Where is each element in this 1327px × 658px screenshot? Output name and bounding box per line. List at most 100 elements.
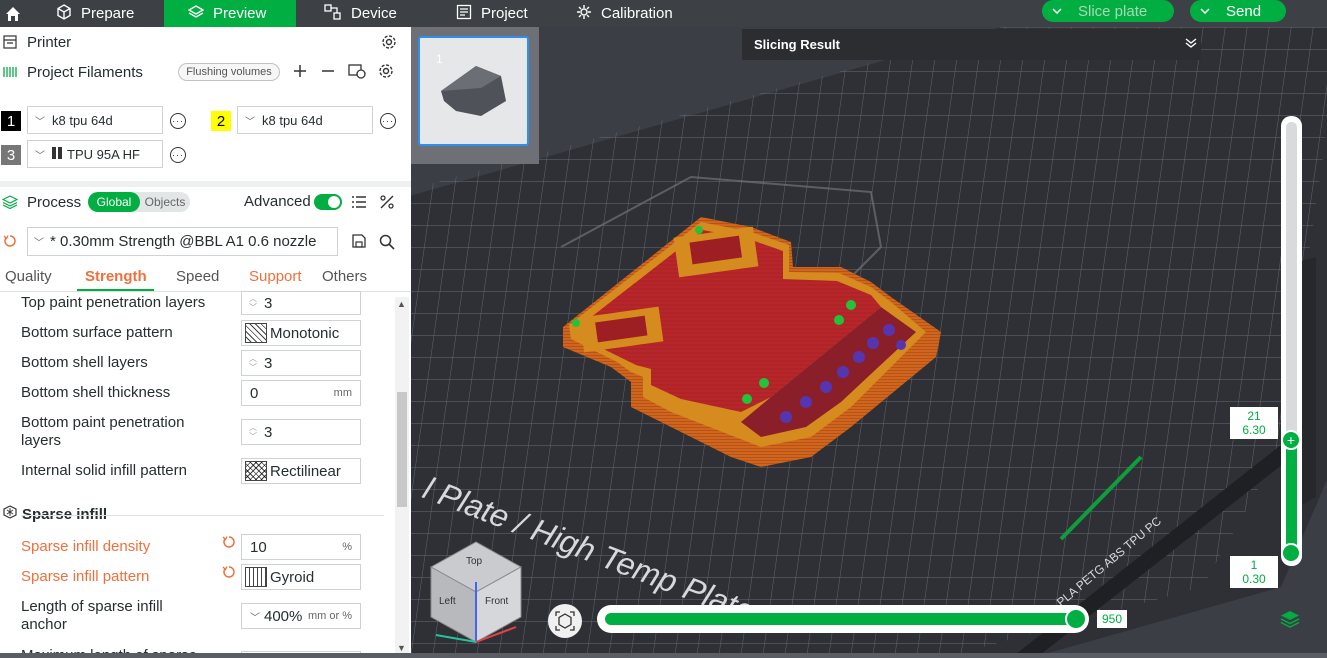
global-option[interactable]: Global: [88, 192, 140, 212]
stepper-icon[interactable]: ︿ ﹀: [242, 354, 264, 372]
filament-number-badge[interactable]: 2: [211, 111, 231, 131]
slicing-result-panel[interactable]: Slicing Result: [742, 29, 1201, 60]
param-value: Gyroid: [270, 568, 315, 586]
process-scope-toggle[interactable]: Global Objects: [88, 192, 190, 212]
tab-calibration[interactable]: Calibration: [576, 0, 696, 27]
gear-icon[interactable]: [381, 34, 397, 50]
slice-plate-button[interactable]: Slice plate: [1042, 0, 1174, 22]
layer-slider-range: [1286, 438, 1297, 556]
filament-number-badge[interactable]: 3: [1, 145, 21, 165]
monotonic-pattern-icon: [245, 323, 267, 343]
save-icon[interactable]: [352, 234, 366, 248]
compare-icon[interactable]: [379, 194, 395, 210]
reset-icon[interactable]: [222, 565, 236, 584]
reset-icon[interactable]: [222, 535, 236, 554]
printer-header: Printer: [0, 31, 411, 53]
bottom-shell-layers-input[interactable]: ︿ ﹀ 3: [241, 350, 361, 376]
view-cube[interactable]: Top Left Front: [421, 532, 531, 647]
bottom-surface-pattern-select[interactable]: Monotonic: [241, 320, 361, 346]
add-icon[interactable]: [293, 64, 307, 78]
home-icon[interactable]: [0, 0, 26, 27]
sparse-infill-anchor-input[interactable]: ﹀ 400% mm or %: [241, 603, 361, 629]
device-icon: [324, 4, 342, 23]
layer-slider[interactable]: [1281, 116, 1302, 566]
more-options-icon[interactable]: ···: [170, 113, 186, 129]
scroll-up-icon[interactable]: ▲: [397, 299, 406, 309]
remove-icon[interactable]: [321, 64, 335, 78]
tab-prepare[interactable]: Prepare: [56, 0, 164, 27]
collapse-icon[interactable]: [1185, 37, 1197, 52]
tab-support[interactable]: Support: [249, 268, 302, 285]
cube-top-label[interactable]: Top: [466, 556, 483, 567]
chevron-down-icon[interactable]: [1198, 4, 1212, 18]
gyroid-pattern-icon: [245, 567, 267, 587]
layer-slider-bottom-handle[interactable]: [1281, 543, 1301, 563]
move-slider-handle[interactable]: [1065, 608, 1087, 630]
tab-preview[interactable]: Preview: [164, 0, 296, 27]
scrollbar-thumb[interactable]: [397, 392, 407, 507]
infill-icon: [3, 505, 17, 523]
search-icon[interactable]: [379, 234, 395, 250]
internal-solid-infill-pattern-select[interactable]: Rectilinear: [241, 458, 361, 484]
chevron-down-icon[interactable]: ﹀: [250, 609, 260, 624]
filament-type-icon: [52, 146, 62, 162]
plate-thumbnail[interactable]: 1: [418, 36, 529, 146]
cube-left-label[interactable]: Left: [439, 596, 456, 607]
tab-quality[interactable]: Quality: [5, 268, 52, 285]
cube-front-label[interactable]: Front: [485, 596, 509, 607]
top-paint-penetration-input[interactable]: ︿ ﹀ 3: [241, 291, 361, 315]
stepper-icon[interactable]: ︿ ﹀: [242, 294, 264, 312]
filament-select[interactable]: ﹀ k8 tpu 64d: [237, 106, 373, 134]
sparse-infill-pattern-select[interactable]: Gyroid: [241, 564, 361, 590]
chevron-down-icon[interactable]: [1050, 4, 1064, 18]
param-unit: mm: [333, 387, 352, 399]
bottom-paint-penetration-input[interactable]: ︿ ﹀ 3: [241, 419, 361, 445]
flushing-volumes-button[interactable]: Flushing volumes: [178, 63, 280, 81]
tab-project[interactable]: Project: [456, 0, 556, 27]
sparse-infill-density-input[interactable]: 10 %: [241, 534, 361, 560]
tab-speed[interactable]: Speed: [176, 268, 219, 285]
filament-select[interactable]: ﹀ k8 tpu 64d: [27, 106, 163, 134]
advanced-toggle[interactable]: [314, 194, 342, 210]
printer-icon: [1, 35, 19, 49]
tab-others[interactable]: Others: [322, 268, 367, 285]
filament-icon: [1, 65, 19, 79]
filament-sync-icon[interactable]: [348, 63, 366, 79]
process-preset-select[interactable]: ﹀ * 0.30mm Strength @BBL A1 0.6 nozzle: [27, 227, 338, 256]
filament-select[interactable]: ﹀ TPU 95A HF: [27, 140, 163, 168]
param-label: anchor: [21, 616, 67, 633]
layer-slider-top-handle[interactable]: +: [1281, 430, 1301, 450]
bottom-shell-thickness-input[interactable]: 0 mm: [241, 380, 361, 406]
stepper-icon[interactable]: ︿ ﹀: [242, 423, 264, 441]
filament-number-badge[interactable]: 1: [1, 111, 21, 131]
param-value: 0: [250, 384, 259, 402]
calibration-icon: [576, 4, 592, 23]
top-toolbar: Prepare Preview Device Project Calibrati…: [0, 0, 1327, 27]
param-label: Bottom shell thickness: [21, 384, 171, 401]
filaments-title: Project Filaments: [27, 63, 143, 81]
move-slider[interactable]: [597, 605, 1089, 633]
process-tabs: Quality Strength Speed Support Others: [0, 265, 411, 291]
gear-icon[interactable]: [378, 63, 394, 79]
bottom-layer-number: 1: [1250, 558, 1258, 572]
param-label: Sparse infill pattern: [21, 568, 150, 585]
param-label: Sparse infill density: [21, 538, 151, 555]
reset-icon[interactable]: [3, 234, 17, 248]
list-icon[interactable]: [351, 195, 367, 209]
scroll-down-icon[interactable]: ▼: [397, 643, 406, 653]
tab-strength[interactable]: Strength: [85, 268, 147, 285]
param-label: Bottom surface pattern: [21, 324, 173, 341]
param-label: Internal solid infill pattern: [21, 462, 187, 479]
reset-view-button[interactable]: [548, 604, 582, 638]
filament-name: k8 tpu 64d: [52, 112, 113, 128]
send-button[interactable]: Send: [1190, 0, 1286, 22]
tab-label: Device: [351, 5, 397, 22]
settings-scrollbar[interactable]: ▲ ▼: [395, 297, 409, 658]
objects-option[interactable]: Objects: [140, 192, 190, 212]
layers-toggle-icon[interactable]: [1280, 610, 1300, 633]
more-options-icon[interactable]: ···: [380, 113, 396, 129]
print-bed-scene: l Plate / High Temp Plate PLA PETG ABS T…: [411, 27, 1327, 658]
more-options-icon[interactable]: ···: [170, 147, 186, 163]
tab-device[interactable]: Device: [324, 0, 434, 27]
3d-viewport[interactable]: l Plate / High Temp Plate PLA PETG ABS T…: [411, 27, 1327, 658]
